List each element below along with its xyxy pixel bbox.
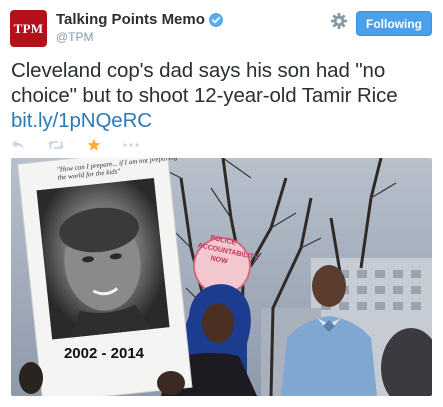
avatar-text: TPM [13,20,44,36]
account-handle[interactable]: @TPM [56,30,94,44]
more-icon [123,143,139,147]
verified-badge-icon [208,12,223,27]
more-button[interactable] [123,143,139,147]
tweet-actions [11,137,161,153]
favorite-star-icon [87,138,101,151]
reply-icon [12,140,24,150]
favorite-button[interactable] [87,138,101,152]
account-name-row[interactable]: Talking Points Memo [56,11,223,28]
sign-years-text: 2002 - 2014 [63,345,145,362]
following-button-label: Following [366,16,422,31]
tweet-body: Cleveland cop's dad says his son had "no… [11,58,436,133]
retweet-icon [47,141,65,149]
reply-button[interactable] [11,139,25,151]
account-avatar[interactable]: TPM [10,10,47,47]
tweet-link[interactable]: bit.ly/1pNQeRC [11,109,152,132]
account-name[interactable]: Talking Points Memo [56,11,205,28]
gear-icon[interactable] [330,12,348,30]
tweet-photo[interactable]: "How can I prepare... if I am not prepar… [11,158,432,396]
retweet-button[interactable] [47,139,65,151]
tweet-header: TPM Talking Points Memo @TPM Following [0,0,443,56]
following-button[interactable]: Following [356,11,432,36]
tweet-text: Cleveland cop's dad says his son had "no… [11,59,398,107]
